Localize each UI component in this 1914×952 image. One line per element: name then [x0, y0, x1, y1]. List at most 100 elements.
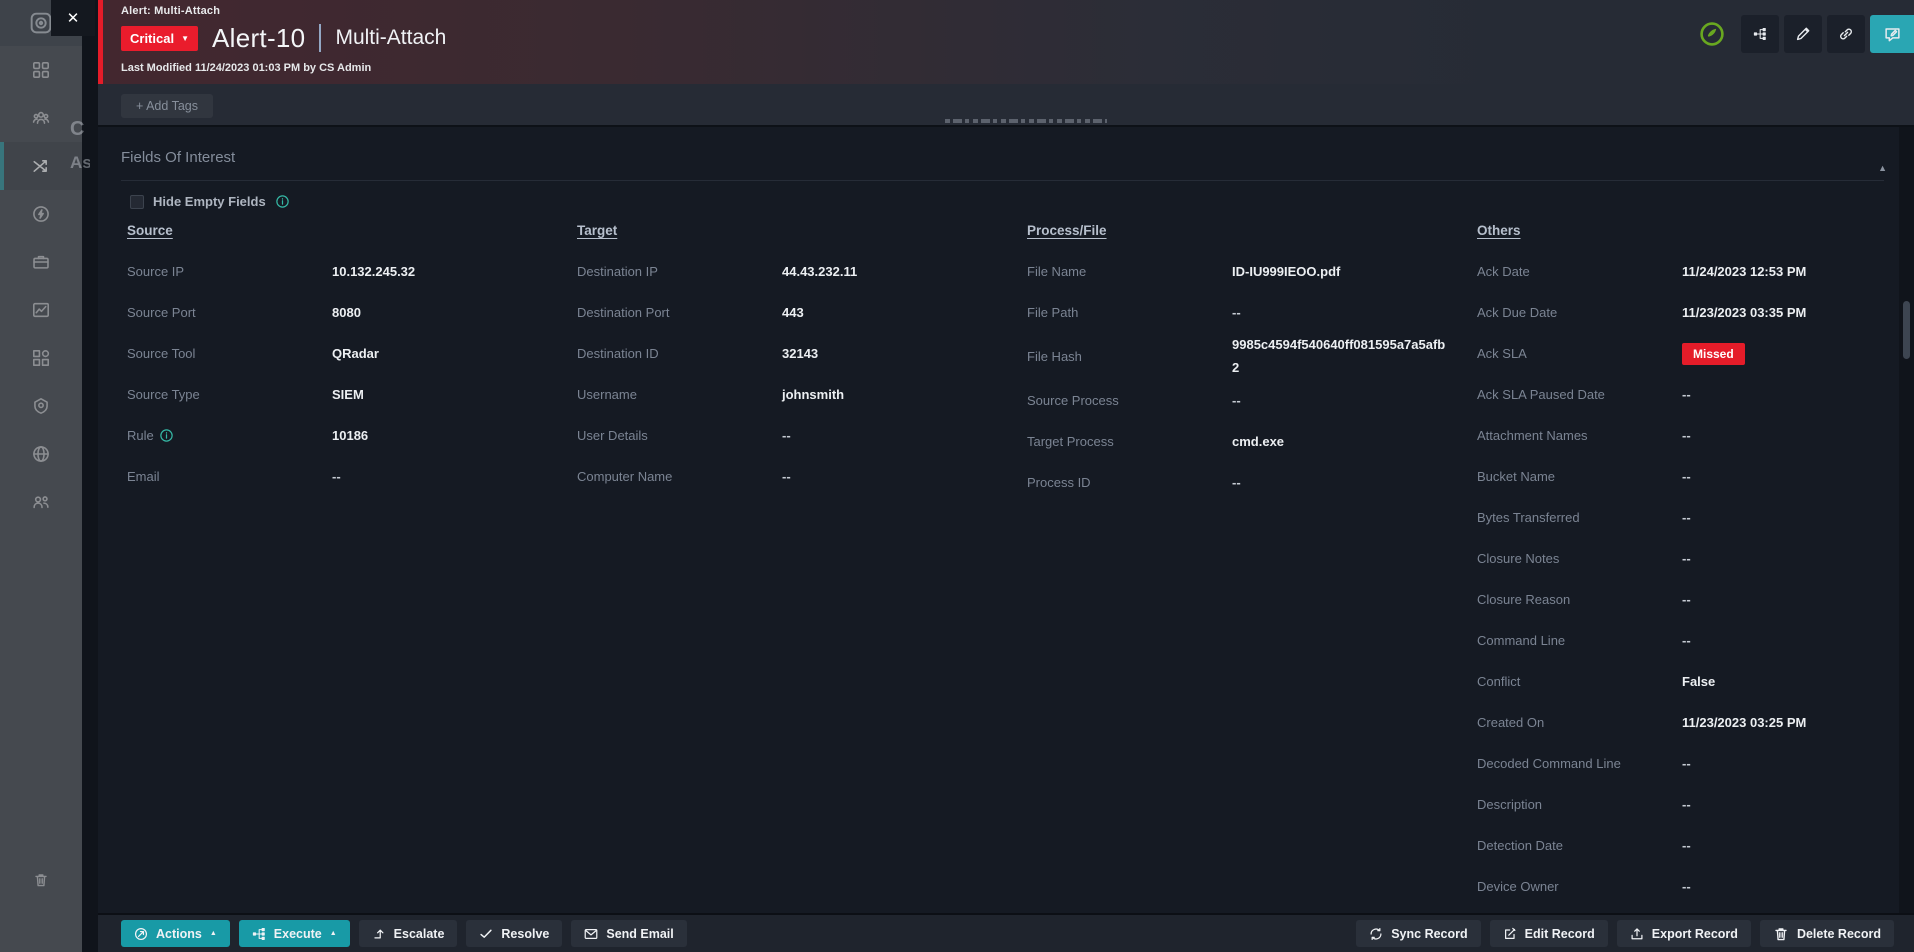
workflow-button[interactable] [1741, 15, 1779, 53]
field-value: -- [1682, 465, 1901, 488]
field-row: Decoded Command Line -- [1477, 743, 1901, 784]
alert-type-label: Alert: Multi-Attach [121, 5, 1914, 17]
dashboard-icon [32, 61, 50, 79]
flow-icon [252, 927, 266, 941]
fields-of-interest-section: Fields Of Interest ▲ Hide Empty Fields S… [98, 127, 1914, 913]
field-value: -- [1682, 834, 1901, 857]
hide-empty-fields-checkbox[interactable] [130, 195, 144, 209]
field-group-title[interactable]: Others [1477, 223, 1901, 238]
link-button[interactable] [1827, 15, 1865, 53]
collapse-caret-icon[interactable]: ▲ [1878, 163, 1887, 173]
scrollbar-track[interactable] [1899, 127, 1914, 913]
escalate-icon [372, 927, 386, 941]
button-label: Edit Record [1525, 927, 1595, 941]
field-group-title[interactable]: Process/File [1027, 223, 1451, 238]
sidebar-item-chart[interactable] [0, 286, 82, 334]
button-label: Delete Record [1797, 927, 1881, 941]
field-value: -- [782, 424, 1001, 447]
sidebar-item-apps[interactable] [0, 334, 82, 382]
field-label: Conflict [1477, 674, 1682, 689]
field-value: -- [1682, 588, 1901, 611]
delete-record-button[interactable]: Delete Record [1760, 920, 1894, 947]
edit-record-button[interactable]: Edit Record [1490, 920, 1608, 947]
field-row: Closure Notes -- [1477, 538, 1901, 579]
field-label: User Details [577, 428, 782, 443]
field-row: Conflict False [1477, 661, 1901, 702]
export-record-button[interactable]: Export Record [1617, 920, 1751, 947]
sidebar-item-briefcase[interactable] [0, 238, 82, 286]
team-icon [32, 109, 50, 127]
comment-pen-icon [1884, 26, 1901, 43]
button-label: Sync Record [1391, 927, 1467, 941]
field-value: -- [1232, 301, 1451, 324]
field-group-title[interactable]: Source [127, 223, 551, 238]
button-label: Export Record [1652, 927, 1738, 941]
chevron-up-icon: ▲ [210, 930, 217, 937]
field-row: Description -- [1477, 784, 1901, 825]
field-value: 32143 [782, 342, 1001, 365]
sidebar-item-bolt[interactable] [0, 190, 82, 238]
field-label: Username [577, 387, 782, 402]
field-value: 44.43.232.11 [782, 260, 1001, 283]
severity-dropdown[interactable]: Critical ▼ [121, 26, 198, 51]
actions-button[interactable]: Actions ▲ [121, 920, 230, 947]
field-row: Ack Due Date 11/23/2023 03:35 PM [1477, 292, 1901, 333]
field-value: -- [1682, 383, 1901, 406]
field-label: Target Process [1027, 434, 1232, 449]
field-value: SIEM [332, 383, 551, 406]
info-icon[interactable] [275, 194, 290, 209]
field-value: 10186 [332, 424, 551, 447]
sidebar-item-trash[interactable] [0, 856, 82, 904]
field-row: Command Line -- [1477, 620, 1901, 661]
field-row: Username johnsmith [577, 374, 1001, 415]
pencil-icon [1795, 26, 1811, 42]
field-label: Bytes Transferred [1477, 510, 1682, 525]
execute-button[interactable]: Execute▲ [239, 920, 350, 947]
field-value: -- [1682, 547, 1901, 570]
close-button[interactable]: ✕ [51, 0, 95, 36]
field-label: Description [1477, 797, 1682, 812]
edit-button[interactable] [1784, 15, 1822, 53]
globe-icon [32, 445, 50, 463]
field-group-title[interactable]: Target [577, 223, 1001, 238]
button-label: Execute [274, 927, 322, 941]
field-label: Source IP [127, 264, 332, 279]
trash-icon [1773, 926, 1789, 942]
send-email-button[interactable]: Send Email [571, 920, 686, 947]
field-label: Command Line [1477, 633, 1682, 648]
button-label: Resolve [501, 927, 549, 941]
field-row: Created On 11/23/2023 03:25 PM [1477, 702, 1901, 743]
field-value: -- [1232, 389, 1451, 412]
field-row: Destination ID 32143 [577, 333, 1001, 374]
info-icon[interactable] [159, 428, 174, 443]
field-label: Ack SLA Paused Date [1477, 387, 1682, 402]
field-label: Decoded Command Line [1477, 756, 1682, 771]
scrollbar-thumb[interactable] [1903, 301, 1910, 359]
sidebar-item-globe[interactable] [0, 430, 82, 478]
field-row: Email -- [127, 456, 551, 497]
resolve-button[interactable]: Resolve [466, 920, 562, 947]
field-label: Email [127, 469, 332, 484]
field-row: Closure Reason -- [1477, 579, 1901, 620]
field-row: Ack SLA Missed [1477, 333, 1901, 374]
comments-button[interactable] [1870, 15, 1914, 53]
sidebar-item-users[interactable] [0, 478, 82, 526]
field-column: Target Destination IP 44.43.232.11 Desti… [571, 223, 1021, 907]
field-row: Rule 10186 [127, 415, 551, 456]
field-row: Ack SLA Paused Date -- [1477, 374, 1901, 415]
field-value: -- [1682, 506, 1901, 529]
field-label: Computer Name [577, 469, 782, 484]
sidebar-item-shield[interactable] [0, 382, 82, 430]
sidebar-item-dashboard[interactable] [0, 46, 82, 94]
field-row: Source Tool QRadar [127, 333, 551, 374]
tags-bar: + Add Tags [98, 84, 1914, 127]
button-label: Actions [156, 927, 202, 941]
field-label: Destination Port [577, 305, 782, 320]
apps-icon [32, 349, 50, 367]
escalate-button[interactable]: Escalate [359, 920, 458, 947]
alert-header: Alert: Multi-Attach Critical ▼ Alert-10 … [98, 0, 1914, 84]
field-column: Process/File File Name ID-IU999IEOO.pdf … [1021, 223, 1471, 907]
add-tags-button[interactable]: + Add Tags [121, 94, 213, 118]
health-status-icon [1699, 21, 1725, 47]
sync-record-button[interactable]: Sync Record [1356, 920, 1480, 947]
